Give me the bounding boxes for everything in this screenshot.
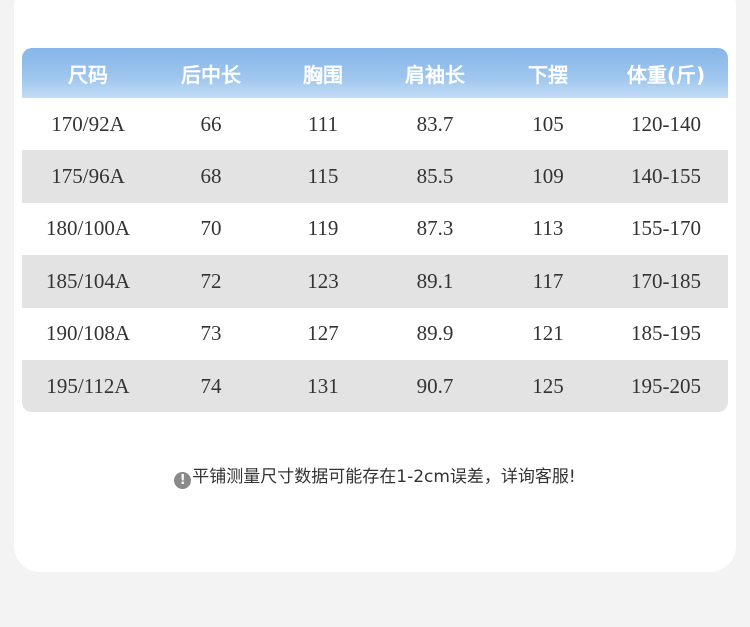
cell-back-length: 66 xyxy=(200,111,222,136)
cell-shoulder-sleeve: 87.3 xyxy=(416,216,454,241)
cell-chest: 119 xyxy=(307,216,339,241)
cell-shoulder-sleeve: 90.7 xyxy=(416,373,454,398)
cell-shoulder-sleeve: 83.7 xyxy=(416,111,454,136)
cell-hem: 121 xyxy=(532,321,564,346)
header-weight: 体重(斤) xyxy=(626,62,706,87)
cell-size: 185/104A xyxy=(46,268,130,293)
exclamation-icon: ! xyxy=(174,472,192,489)
cell-back-length: 72 xyxy=(200,268,222,293)
cell-hem: 117 xyxy=(532,268,564,293)
header-shoulder-sleeve: 肩袖长 xyxy=(405,62,465,87)
cell-size: 175/96A xyxy=(51,164,125,189)
table-row: 175/96A 68 115 85.5 109 140-155 xyxy=(22,150,728,203)
cell-hem: 125 xyxy=(532,373,564,398)
table-row: 170/92A 66 111 83.7 105 120-140 xyxy=(22,98,728,150)
cell-back-length: 70 xyxy=(200,216,222,241)
note-text: 平铺测量尺寸数据可能存在1-2cm误差，详询客服! xyxy=(192,467,576,487)
cell-chest: 115 xyxy=(307,164,339,189)
cell-weight: 185-195 xyxy=(631,321,701,346)
size-chart-table: 尺码 后中长 胸围 肩袖长 下摆 体重(斤) 170/92A 66 111 83… xyxy=(22,48,728,413)
cell-back-length: 68 xyxy=(200,164,222,189)
table-row: 195/112A 74 131 90.7 125 195-205 xyxy=(22,359,728,413)
header-back-length: 后中长 xyxy=(181,62,241,87)
cell-size: 170/92A xyxy=(51,111,125,136)
cell-chest: 111 xyxy=(308,111,338,136)
cell-hem: 113 xyxy=(532,216,564,241)
cell-shoulder-sleeve: 89.9 xyxy=(416,321,454,346)
table-row: 180/100A 70 119 87.3 113 155-170 xyxy=(22,203,728,255)
cell-hem: 109 xyxy=(532,164,564,189)
cell-back-length: 74 xyxy=(200,373,222,398)
cell-weight: 155-170 xyxy=(631,216,701,241)
cell-size: 190/108A xyxy=(46,321,130,346)
header-chest: 胸围 xyxy=(303,62,343,87)
cell-size: 195/112A xyxy=(46,373,130,398)
cell-chest: 131 xyxy=(307,373,339,398)
cell-back-length: 73 xyxy=(200,321,222,346)
cell-weight: 195-205 xyxy=(631,373,701,398)
table-row: 190/108A 73 127 89.9 121 185-195 xyxy=(22,308,728,360)
table-header-row: 尺码 后中长 胸围 肩袖长 下摆 体重(斤) xyxy=(22,48,728,98)
cell-hem: 105 xyxy=(532,111,564,136)
cell-shoulder-sleeve: 89.1 xyxy=(416,268,454,293)
cell-chest: 127 xyxy=(307,321,339,346)
header-hem: 下摆 xyxy=(528,62,568,87)
cell-shoulder-sleeve: 85.5 xyxy=(416,164,454,189)
table-row: 185/104A 72 123 89.1 117 170-185 xyxy=(22,255,728,308)
cell-weight: 120-140 xyxy=(631,111,701,136)
measurement-note: ! 平铺测量尺寸数据可能存在1-2cm误差，详询客服! xyxy=(0,463,750,491)
cell-size: 180/100A xyxy=(46,216,130,241)
cell-weight: 170-185 xyxy=(631,268,701,293)
cell-weight: 140-155 xyxy=(631,164,701,189)
cell-chest: 123 xyxy=(307,268,339,293)
header-size: 尺码 xyxy=(68,62,108,87)
